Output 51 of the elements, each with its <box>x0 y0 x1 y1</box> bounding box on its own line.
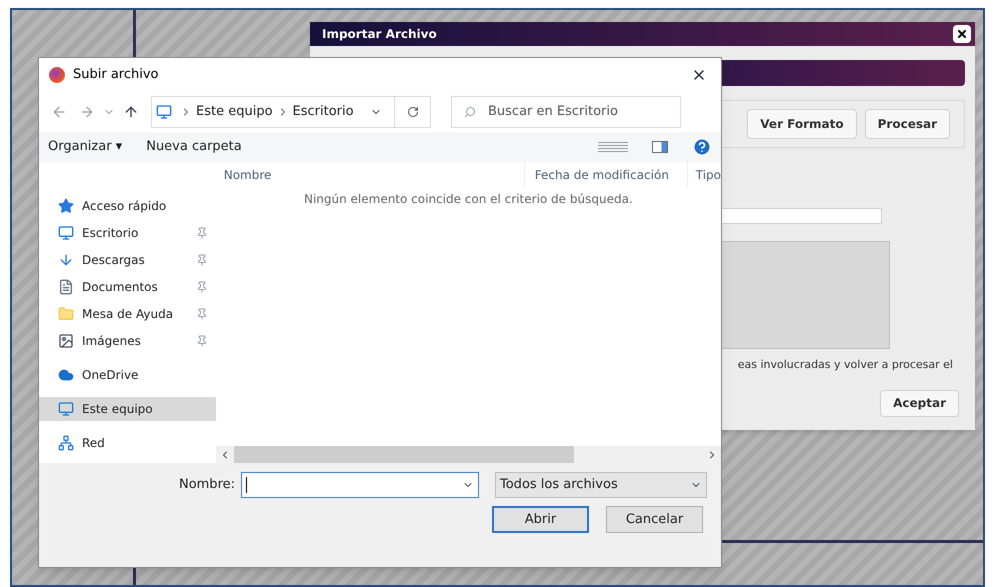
column-header[interactable]: Tipo <box>686 162 721 188</box>
star-icon <box>58 198 74 214</box>
empty-message: Ningún elemento coincide con el criterio de búsqueda. <box>304 191 633 208</box>
refresh-icon[interactable] <box>406 106 418 118</box>
app-icon <box>49 67 65 83</box>
address-bar[interactable]: Este equipo Escritorio <box>151 96 431 128</box>
close-button[interactable] <box>953 25 971 43</box>
preview-pane-icon[interactable] <box>652 141 668 153</box>
nav-item[interactable]: Red <box>39 431 216 455</box>
breadcrumb-item[interactable]: Este equipo <box>196 102 273 122</box>
filename-field[interactable] <box>241 472 479 498</box>
dialog-button[interactable]: Cancelar <box>606 506 703 533</box>
nav-item[interactable]: Descargas <box>39 248 216 272</box>
nav-item[interactable]: Mesa de Ayuda <box>39 302 216 326</box>
folder-icon <box>58 306 74 322</box>
network-icon <box>58 435 74 451</box>
column-header[interactable]: Fecha de modificación <box>524 162 687 188</box>
dialog-title: Subir archivo <box>73 66 160 84</box>
filename-label: Nombre: <box>178 476 235 494</box>
image-icon <box>58 333 74 349</box>
computer-icon <box>58 401 74 417</box>
nav-item[interactable]: OneDrive <box>39 363 216 387</box>
action-button[interactable]: Ver Formato <box>747 109 857 139</box>
breadcrumb-item[interactable]: Escritorio <box>292 102 354 122</box>
document-icon <box>58 279 74 295</box>
file-type-select[interactable]: Todos los archivos <box>495 472 707 498</box>
monitor-icon <box>58 225 74 241</box>
nav-item[interactable]: Documentos <box>39 275 216 299</box>
horizontal-scrollbar[interactable] <box>216 446 721 463</box>
nav-item[interactable]: Este equipo <box>39 397 216 421</box>
dialog-title: Importar Archivo <box>322 26 437 43</box>
computer-icon <box>156 104 172 120</box>
search-icon <box>464 106 476 118</box>
toolbar-button[interactable]: Organizar ▾ <box>48 137 122 157</box>
accept-button[interactable]: Aceptar <box>880 390 959 416</box>
nav-item[interactable]: Acceso rápido <box>39 194 216 218</box>
nav-item[interactable]: Escritorio <box>39 221 216 245</box>
back-icon[interactable] <box>51 104 67 120</box>
column-header[interactable]: Nombre <box>216 162 524 188</box>
cloud-icon <box>58 367 74 383</box>
message-text: eas involucradas y volver a procesar el <box>738 357 953 373</box>
nav-item[interactable]: Imágenes <box>39 329 216 353</box>
toolbar-button[interactable]: Nueva carpeta <box>146 137 242 157</box>
action-button[interactable]: Procesar <box>864 109 950 139</box>
help-icon[interactable] <box>692 137 712 157</box>
download-icon <box>58 252 74 268</box>
forward-icon[interactable] <box>79 104 95 120</box>
up-icon[interactable] <box>123 104 139 120</box>
search-field[interactable]: Buscar en Escritorio <box>451 96 681 128</box>
dialog-button[interactable]: Abrir <box>492 506 589 533</box>
close-icon <box>956 28 968 40</box>
